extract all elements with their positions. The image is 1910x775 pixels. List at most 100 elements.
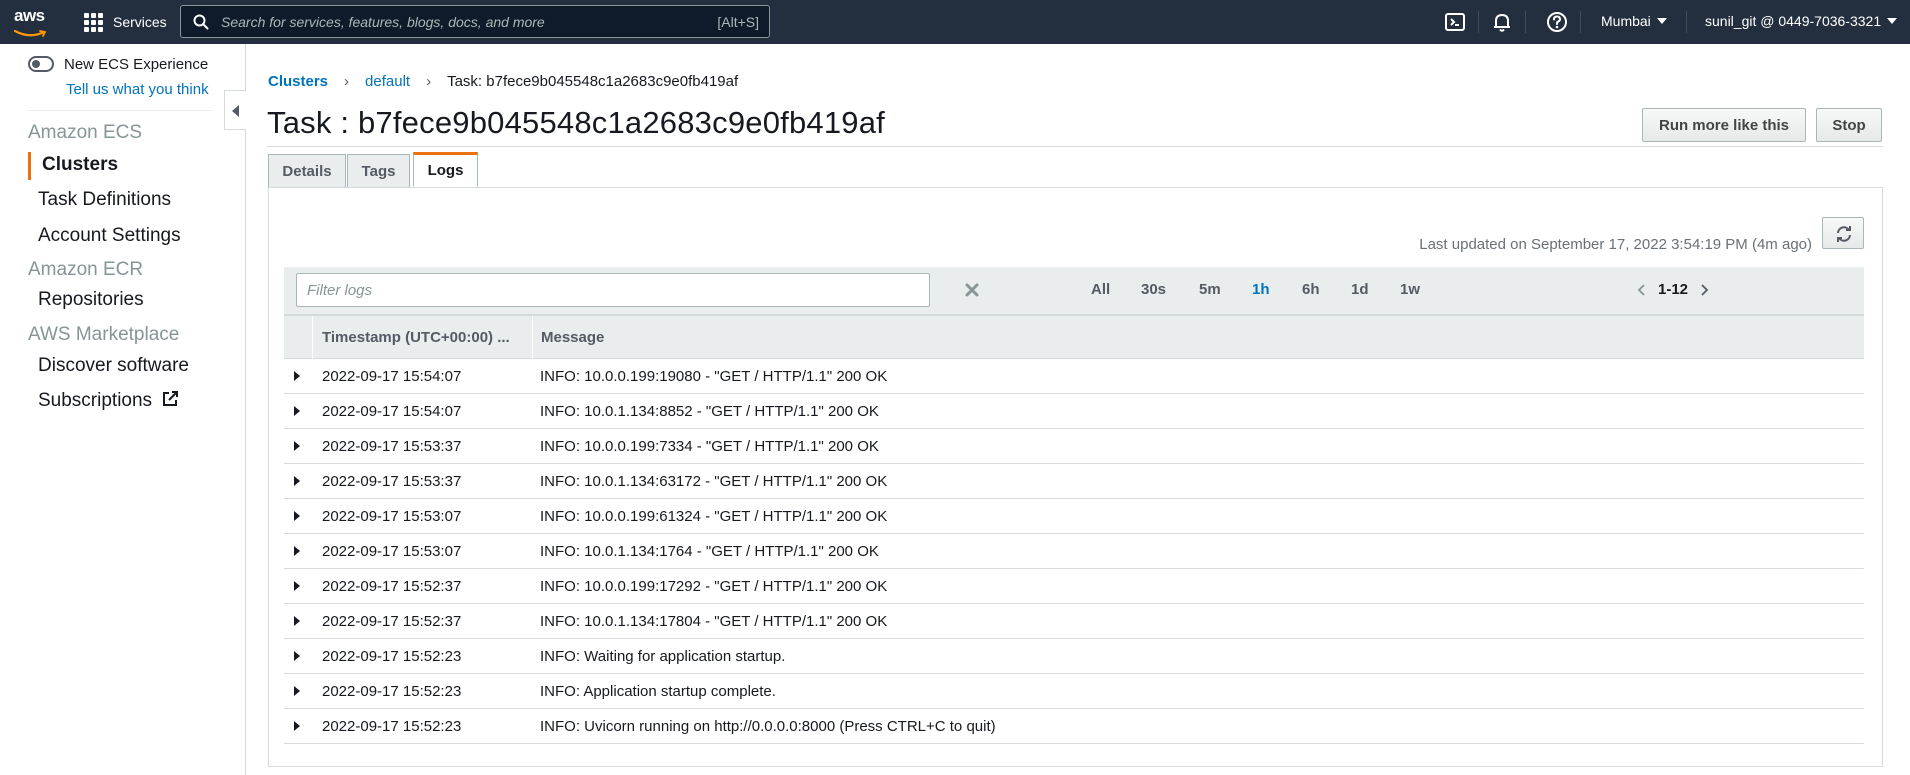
range-5m[interactable]: 5m <box>1199 281 1221 298</box>
clear-filter-icon[interactable] <box>964 281 980 299</box>
collapse-sidebar-button[interactable] <box>224 90 246 130</box>
range-30s[interactable]: 30s <box>1141 281 1166 298</box>
title-divider <box>267 146 1883 147</box>
log-message: INFO: 10.0.0.199:7334 - "GET / HTTP/1.1"… <box>540 437 879 455</box>
range-1d[interactable]: 1d <box>1351 281 1369 298</box>
log-message: INFO: 10.0.1.134:63172 - "GET / HTTP/1.1… <box>540 472 888 490</box>
sidebar-section-ecr: Amazon ECR <box>28 259 144 280</box>
new-experience-label: New ECS Experience <box>64 56 209 73</box>
column-divider <box>532 316 533 359</box>
log-row[interactable]: 2022-09-17 15:53:37 INFO: 10.0.0.199:7334… <box>284 429 1864 464</box>
filter-logs-input[interactable] <box>296 273 930 307</box>
column-divider <box>312 316 313 359</box>
aws-logo-text: aws <box>14 6 45 25</box>
log-timestamp: 2022-09-17 15:52:23 <box>322 717 462 735</box>
range-1w[interactable]: 1w <box>1400 281 1420 298</box>
stop-button[interactable]: Stop <box>1816 108 1882 142</box>
log-row[interactable]: 2022-09-17 15:52:23 INFO: Application sta… <box>284 674 1864 709</box>
chevron-right-icon: › <box>344 73 350 90</box>
aws-smile-icon <box>13 29 47 37</box>
log-row[interactable]: 2022-09-17 15:54:07 INFO: 10.0.0.199:1908… <box>284 359 1864 394</box>
sidebar-item-account-settings[interactable]: Account Settings <box>38 225 181 247</box>
log-row[interactable]: 2022-09-17 15:53:07 INFO: 10.0.0.199:6132… <box>284 499 1864 534</box>
account-label: sunil_git @ 0449-7036-3321 <box>1705 13 1882 29</box>
log-timestamp: 2022-09-17 15:54:07 <box>322 367 462 385</box>
expand-caret-icon[interactable] <box>294 686 300 696</box>
new-experience-toggle[interactable] <box>28 56 54 72</box>
expand-caret-icon[interactable] <box>294 651 300 661</box>
log-timestamp: 2022-09-17 15:53:37 <box>322 437 462 455</box>
breadcrumb-current: Task: b7fece9b045548c1a2683c9e0fb419af <box>447 73 739 90</box>
sidebar-item-clusters[interactable]: Clusters <box>42 154 118 176</box>
expand-caret-icon[interactable] <box>294 371 300 381</box>
log-timestamp: 2022-09-17 15:52:37 <box>322 612 462 630</box>
sidebar-item-discover-software[interactable]: Discover software <box>38 355 189 377</box>
expand-caret-icon[interactable] <box>294 581 300 591</box>
active-indicator <box>28 152 31 180</box>
tab-details[interactable]: Details <box>268 154 346 188</box>
caret-down-icon <box>1887 18 1898 24</box>
expand-caret-icon[interactable] <box>294 476 300 486</box>
feedback-link[interactable]: Tell us what you think <box>66 81 209 98</box>
log-row[interactable]: 2022-09-17 15:53:07 INFO: 10.0.1.134:1764… <box>284 534 1864 569</box>
expand-caret-icon[interactable] <box>294 546 300 556</box>
search-icon <box>193 14 209 29</box>
breadcrumb-clusters[interactable]: Clusters <box>268 73 328 90</box>
log-timestamp: 2022-09-17 15:53:07 <box>322 542 462 560</box>
refresh-button[interactable] <box>1822 217 1864 249</box>
account-menu[interactable]: sunil_git @ 0449-7036-3321 <box>1705 13 1898 29</box>
log-row[interactable]: 2022-09-17 15:52:37 INFO: 10.0.0.199:1729… <box>284 569 1864 604</box>
sidebar-item-subscriptions[interactable]: Subscriptions <box>38 390 179 412</box>
nav-divider <box>1478 11 1479 33</box>
services-label: Services <box>113 14 167 30</box>
column-header-message[interactable]: Message <box>541 316 604 359</box>
log-row[interactable]: 2022-09-17 15:52:23 INFO: Waiting for app… <box>284 639 1864 674</box>
sidebar-divider <box>28 110 212 111</box>
global-search[interactable]: [Alt+S] <box>180 5 770 38</box>
expand-caret-icon[interactable] <box>294 406 300 416</box>
log-row[interactable]: 2022-09-17 15:52:23 INFO: Uvicorn running… <box>284 709 1864 744</box>
region-selector[interactable]: Mumbai <box>1601 13 1667 29</box>
log-row[interactable]: 2022-09-17 15:52:37 INFO: 10.0.1.134:1780… <box>284 604 1864 639</box>
sidebar-item-task-definitions[interactable]: Task Definitions <box>38 189 171 211</box>
top-navigation-bar: aws Services [Alt+S] Mumbai <box>0 0 1910 44</box>
column-header-timestamp[interactable]: Timestamp (UTC+00:00) ... <box>322 316 510 359</box>
breadcrumb-cluster[interactable]: default <box>365 73 410 90</box>
log-message: INFO: 10.0.1.134:17804 - "GET / HTTP/1.1… <box>540 612 888 630</box>
chevron-left-icon[interactable] <box>1636 283 1648 297</box>
cloudshell-icon[interactable] <box>1444 11 1466 33</box>
caret-left-icon <box>232 105 239 117</box>
log-timestamp: 2022-09-17 15:54:07 <box>322 402 462 420</box>
aws-logo[interactable]: aws <box>13 6 50 37</box>
pagination: 1-12 <box>1636 281 1710 298</box>
log-message: INFO: 10.0.0.199:17292 - "GET / HTTP/1.1… <box>540 577 888 595</box>
notifications-bell-icon[interactable] <box>1491 11 1513 33</box>
range-1h[interactable]: 1h <box>1252 281 1270 298</box>
sidebar-item-repositories[interactable]: Repositories <box>38 289 144 311</box>
page-title: Task : b7fece9b045548c1a2683c9e0fb419af <box>267 105 885 140</box>
region-label: Mumbai <box>1601 13 1651 29</box>
logs-table-header: Timestamp (UTC+00:00) ... Message <box>284 315 1864 359</box>
chevron-right-icon[interactable] <box>1698 283 1710 297</box>
range-all[interactable]: All <box>1091 281 1110 298</box>
last-updated-text: Last updated on September 17, 2022 3:54:… <box>1419 236 1812 253</box>
help-icon[interactable] <box>1546 11 1568 33</box>
tab-logs[interactable]: Logs <box>413 152 478 187</box>
expand-caret-icon[interactable] <box>294 441 300 451</box>
tab-tags[interactable]: Tags <box>347 154 410 188</box>
expand-caret-icon[interactable] <box>294 511 300 521</box>
caret-down-icon <box>1656 18 1667 24</box>
chevron-right-icon: › <box>426 73 432 90</box>
log-row[interactable]: 2022-09-17 15:54:07 INFO: 10.0.1.134:8852… <box>284 394 1864 429</box>
expand-caret-icon[interactable] <box>294 616 300 626</box>
range-6h[interactable]: 6h <box>1302 281 1320 298</box>
run-more-like-this-button[interactable]: Run more like this <box>1642 108 1806 142</box>
services-menu-button[interactable]: Services <box>84 10 167 34</box>
expand-caret-icon[interactable] <box>294 721 300 731</box>
log-timestamp: 2022-09-17 15:53:07 <box>322 507 462 525</box>
sidebar-item-label: Subscriptions <box>38 390 153 411</box>
log-row[interactable]: 2022-09-17 15:53:37 INFO: 10.0.1.134:6317… <box>284 464 1864 499</box>
nav-divider <box>1525 11 1526 33</box>
search-input[interactable] <box>221 13 718 30</box>
log-message: INFO: 10.0.0.199:61324 - "GET / HTTP/1.1… <box>540 507 888 525</box>
